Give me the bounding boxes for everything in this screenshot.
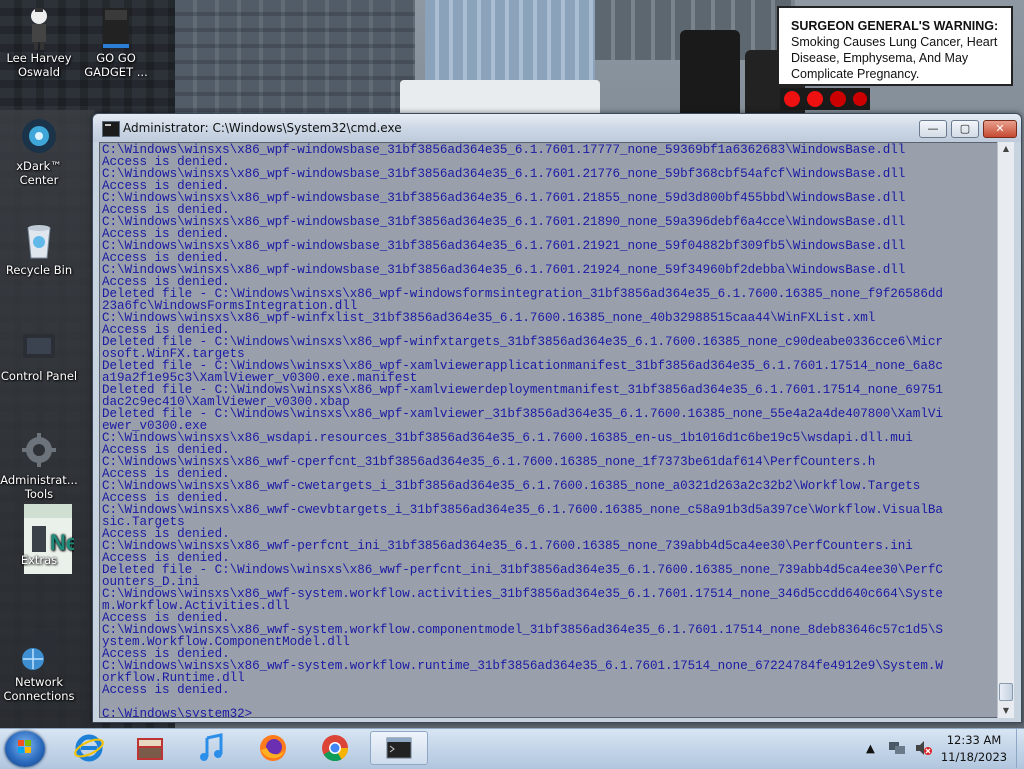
desktop-icon-label: xDark™ Center	[16, 159, 62, 187]
network-connections-icon	[19, 631, 59, 672]
taskbar-firefox[interactable]	[254, 731, 292, 765]
person-figure-icon	[19, 8, 59, 50]
desktop-icon-label: Network Connections	[3, 675, 75, 703]
scroll-up-arrow-icon[interactable]: ▲	[998, 142, 1014, 156]
console-output[interactable]: C:\Windows\winsxs\x86_wpf-windowsbase_31…	[99, 142, 1000, 718]
minimize-button[interactable]: —	[919, 120, 947, 138]
admin-tools-icon	[19, 430, 59, 470]
desktop-icon-label: GO GO GADGET ...	[84, 51, 148, 79]
recycle-bin-icon	[19, 220, 59, 260]
console-line: Deleted file - C:\Windows\winsxs\x86_wwf…	[102, 563, 943, 577]
console-line: Deleted file - C:\Windows\winsxs\x86_wpf…	[102, 407, 943, 421]
clock-time[interactable]: 12:33 AM	[938, 733, 1010, 747]
gadget-box-icon	[96, 8, 136, 48]
cmd-window[interactable]: Administrator: C:\Windows\System32\cmd.e…	[92, 113, 1022, 723]
taskbar-itunes[interactable]	[192, 731, 230, 765]
window-title: Administrator: C:\Windows\System32\cmd.e…	[123, 121, 402, 135]
desktop-icon-recycle-bin[interactable]: Recycle Bin	[0, 220, 78, 277]
desktop-icon-label: Administrat... Tools	[0, 473, 78, 501]
warning-lead: SURGEON GENERAL'S WARNING:	[791, 19, 999, 33]
maximize-button[interactable]: ▢	[951, 120, 979, 138]
console-scrollbar[interactable]: ▲ ▼	[997, 142, 1014, 718]
desktop-icon-go-go-gadget[interactable]: GO GO GADGET ...	[77, 8, 155, 79]
internet-explorer-icon	[74, 734, 104, 762]
volume-muted-icon[interactable]	[914, 740, 932, 759]
show-hidden-icons-chevron-icon[interactable]: ▲	[866, 741, 875, 755]
xdark-center-icon	[19, 116, 59, 156]
desktop-icon-label: Control Panel	[0, 369, 78, 383]
clock-date[interactable]: 11/18/2023	[938, 750, 1010, 764]
taskbar-chrome[interactable]	[316, 731, 354, 765]
firefox-icon	[260, 735, 286, 761]
svg-text:New: New	[50, 530, 74, 555]
media-center-icon	[137, 738, 163, 760]
desktop-icon-extras[interactable]: New Extras	[0, 500, 78, 574]
control-panel-icon	[19, 326, 59, 366]
windows-start-orb-icon	[18, 740, 32, 754]
network-tray-icon[interactable]	[888, 740, 906, 759]
start-button[interactable]	[5, 731, 45, 767]
itunes-music-note-icon	[200, 733, 223, 761]
console-line: Access is denied.	[102, 683, 230, 697]
scroll-down-arrow-icon[interactable]: ▼	[998, 704, 1014, 718]
surgeon-general-warning-sign: SURGEON GENERAL'S WARNING: Smoking Cause…	[777, 6, 1013, 86]
close-button[interactable]: ✕	[983, 120, 1017, 138]
wallpaper-building-glass	[425, 0, 595, 80]
desktop-icon-xdark-center[interactable]: xDark™ Center	[0, 116, 78, 187]
desktop-icon-administrative-tools[interactable]: Administrat... Tools	[0, 430, 78, 501]
taskbar-cmd[interactable]	[370, 731, 428, 765]
desktop-icon-network-connections[interactable]: Network Connections	[0, 631, 78, 703]
cmd-window-icon	[386, 737, 412, 759]
desktop-icon-label: Lee Harvey Oswald	[6, 51, 72, 79]
cmd-title-icon[interactable]	[102, 121, 120, 137]
taskbar-media-center[interactable]	[131, 731, 169, 765]
wallpaper-red-lights	[780, 88, 870, 110]
show-desktop-button[interactable]	[1016, 729, 1024, 768]
console-line: C:\Windows\winsxs\x86_wwf-cwevbtargets_i…	[102, 503, 943, 517]
taskbar-internet-explorer[interactable]	[70, 731, 108, 765]
console-line: C:\Windows\system32>	[102, 707, 253, 718]
wallpaper-speaker	[680, 30, 740, 120]
desktop-icon-control-panel[interactable]: Control Panel	[0, 326, 78, 383]
desktop-icon-label: Recycle Bin	[5, 263, 73, 277]
scrollbar-thumb[interactable]	[999, 683, 1013, 701]
chrome-icon	[322, 735, 349, 762]
warning-body: Smoking Causes Lung Cancer, Heart Diseas…	[791, 35, 998, 81]
window-titlebar[interactable]: Administrator: C:\Windows\System32\cmd.e…	[93, 114, 1021, 142]
desktop-icon-lee-harvey-oswald[interactable]: Lee Harvey Oswald	[0, 8, 78, 79]
